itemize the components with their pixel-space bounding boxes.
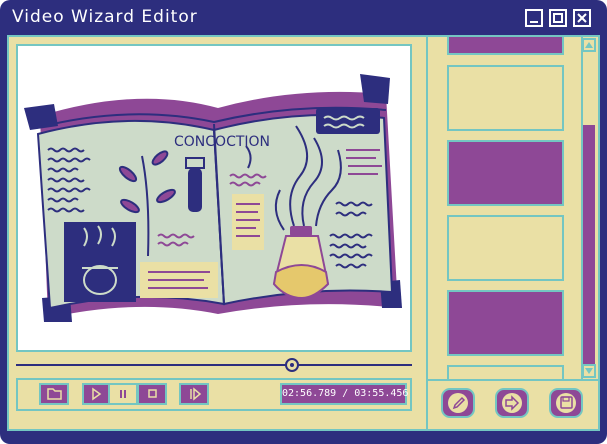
action-bar-divider	[428, 379, 598, 381]
scrollbar-thumb[interactable]	[583, 125, 595, 365]
thumbnail-item[interactable]	[447, 37, 564, 55]
play-button[interactable]	[82, 383, 110, 405]
arrow-down-icon	[585, 368, 593, 374]
scroll-up-button[interactable]	[582, 38, 596, 52]
folder-icon	[47, 388, 62, 400]
next-frame-button[interactable]	[179, 383, 209, 405]
next-frame-icon	[190, 387, 202, 401]
playback-track[interactable]	[16, 364, 412, 366]
thumbnail-item[interactable]	[447, 290, 564, 356]
close-icon	[577, 13, 587, 23]
forward-button[interactable]	[495, 388, 529, 418]
app-window: Video Wizard Editor CONCOCTION 02:56.789…	[0, 0, 607, 444]
pencil-icon	[452, 396, 466, 410]
minimize-button[interactable]	[525, 9, 543, 27]
thumbnail-item[interactable]	[447, 140, 564, 206]
playhead-handle[interactable]	[285, 358, 299, 372]
thumbnail-item[interactable]	[447, 365, 564, 379]
edit-button[interactable]	[441, 388, 475, 418]
thumbnail-item[interactable]	[447, 65, 564, 131]
pause-icon	[120, 390, 126, 398]
window-title: Video Wizard Editor	[12, 7, 198, 27]
time-display: 02:56.789 / 03:55.456	[280, 383, 408, 405]
close-button[interactable]	[573, 9, 591, 27]
panel-divider	[426, 35, 428, 431]
stop-button[interactable]	[137, 383, 167, 405]
play-icon	[92, 387, 102, 401]
arrow-up-icon	[585, 42, 593, 48]
save-button[interactable]	[549, 388, 583, 418]
minimize-icon	[530, 21, 538, 23]
pause-button[interactable]	[108, 383, 138, 405]
maximize-icon	[553, 13, 563, 23]
open-folder-button[interactable]	[39, 383, 69, 405]
maximize-button[interactable]	[549, 9, 567, 27]
stop-icon	[148, 389, 157, 398]
floppy-disk-icon	[560, 396, 573, 409]
thumbnail-list	[435, 37, 575, 379]
thumbnail-item[interactable]	[447, 215, 564, 281]
spellbook-illustration: CONCOCTION	[24, 74, 402, 322]
video-preview[interactable]: CONCOCTION	[16, 44, 412, 352]
arrow-right-icon	[505, 395, 520, 411]
scroll-down-button[interactable]	[582, 364, 596, 378]
book-heading: CONCOCTION	[174, 134, 270, 150]
